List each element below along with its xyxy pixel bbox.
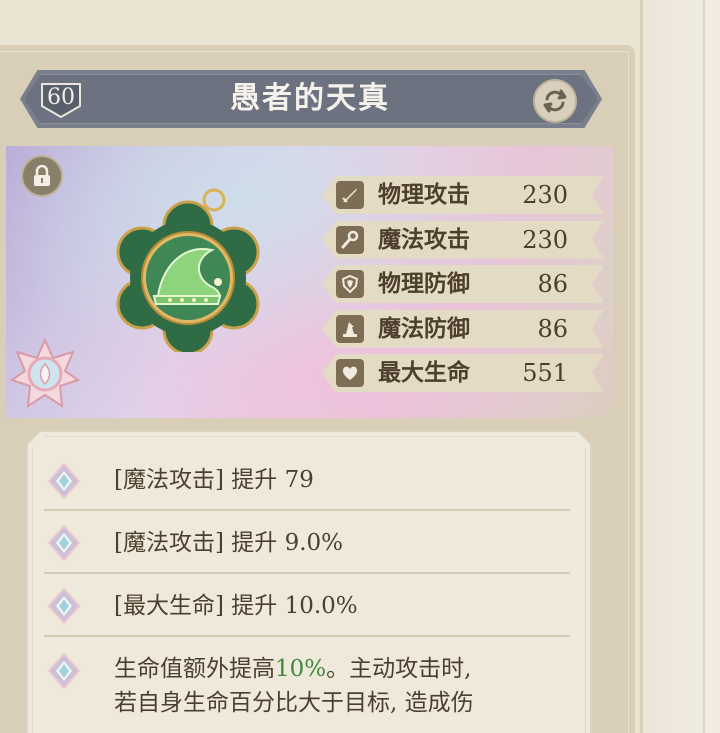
stat-row-magic-attack: 魔法攻击 230 <box>322 221 604 259</box>
stat-label: 魔法防御 <box>378 314 470 342</box>
stat-label: 物理防御 <box>378 270 470 297</box>
sword-icon <box>336 181 364 209</box>
swap-button[interactable] <box>533 79 577 123</box>
diamond-gem-icon <box>47 587 81 625</box>
item-name: 愚者的天真 <box>230 81 390 116</box>
stats-list: 物理攻击 230 魔法攻击 230 物理防御 86 魔法防御 86 最大生命 5… <box>322 176 604 399</box>
lock-button[interactable] <box>21 155 63 197</box>
stat-row-physical-attack: 物理攻击 230 <box>322 176 604 214</box>
stat-value: 230 <box>522 181 568 209</box>
swap-arrows-icon <box>543 89 567 113</box>
stat-value: 86 <box>537 314 568 343</box>
effect-text-line-2: 若自身生命百分比大于目标, 造成伤 <box>114 690 474 716</box>
stat-value: 230 <box>522 225 568 254</box>
stat-label: 魔法攻击 <box>378 225 470 253</box>
effect-text: [最大生命] 提升 10.0% <box>114 593 358 619</box>
staff-icon <box>336 226 364 254</box>
heart-icon <box>336 359 364 387</box>
effect-row: 生命值额外提高10%。主动攻击时, 若自身生命百分比大于目标, 造成伤 <box>44 639 570 733</box>
stat-value: 86 <box>537 270 568 298</box>
shield-icon <box>336 270 364 298</box>
effect-text: [魔法攻击] 提升 9.0% <box>114 530 344 556</box>
stat-value: 551 <box>522 359 568 387</box>
effect-highlight-value: 10% <box>275 656 327 682</box>
diamond-gem-icon <box>47 652 81 690</box>
diamond-gem-icon <box>47 524 81 562</box>
effect-row: [魔法攻击] 提升 79 <box>44 452 570 511</box>
effect-row: [最大生命] 提升 10.0% <box>44 576 570 637</box>
stat-row-max-hp: 最大生命 551 <box>322 354 604 392</box>
effect-text-line-1: 生命值额外提高10%。主动攻击时, <box>114 656 472 682</box>
star-lotus-emblem-icon[interactable] <box>10 338 80 408</box>
level-value: 60 <box>47 85 75 110</box>
stat-label: 最大生命 <box>378 359 470 386</box>
stat-row-physical-defense: 物理防御 86 <box>322 265 604 303</box>
stat-row-magic-defense: 魔法防御 86 <box>322 310 604 348</box>
lock-icon <box>34 165 50 186</box>
level-badge: 60 <box>38 80 84 120</box>
stat-label: 物理攻击 <box>378 181 470 208</box>
wizard-hat-icon <box>336 315 364 343</box>
diamond-gem-icon <box>47 462 81 500</box>
effect-text: [魔法攻击] 提升 79 <box>114 467 314 493</box>
item-artwork <box>116 188 260 352</box>
background-right-edge <box>640 0 720 733</box>
effect-row: [魔法攻击] 提升 9.0% <box>44 513 570 574</box>
